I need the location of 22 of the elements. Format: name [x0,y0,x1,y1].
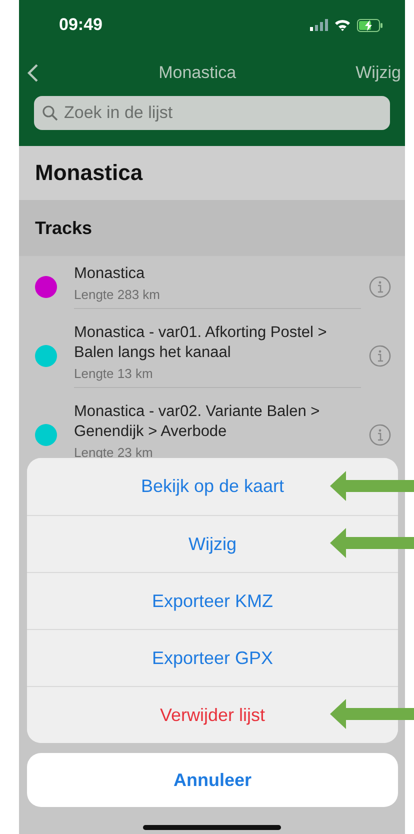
track-length: Lengte 283 km [74,287,162,302]
track-name: Monastica - var02. Variante Balen > Genendijk > Averbode [74,402,321,442]
cancel-button[interactable]: Annuleer [27,753,398,807]
track-length: Lengte 13 km [74,366,154,381]
track-length: Lengte 23 km [74,445,154,460]
wifi-icon [334,19,351,31]
track-name: Monastica [74,264,146,284]
section-title: Tracks [35,218,92,238]
nav-title: Monastica [158,63,236,83]
info-icon[interactable] [369,276,391,298]
search-icon [42,105,58,121]
info-icon[interactable] [369,344,391,366]
edit-button[interactable]: Wijzig [356,63,401,83]
battery-charging-icon [357,18,383,32]
back-chevron-icon[interactable] [27,63,39,83]
action-sheet-option[interactable]: Verwijder lijst [27,686,398,743]
signal-icon [310,19,328,31]
status-time: 09:49 [59,15,102,35]
info-icon[interactable] [369,424,391,446]
track-name: Monastica - var01. Afkorting Postel > Balen langs het kanaal [74,323,328,363]
search-field[interactable]: Zoek in de lijst [34,96,390,130]
list-title: Monastica [35,160,143,186]
